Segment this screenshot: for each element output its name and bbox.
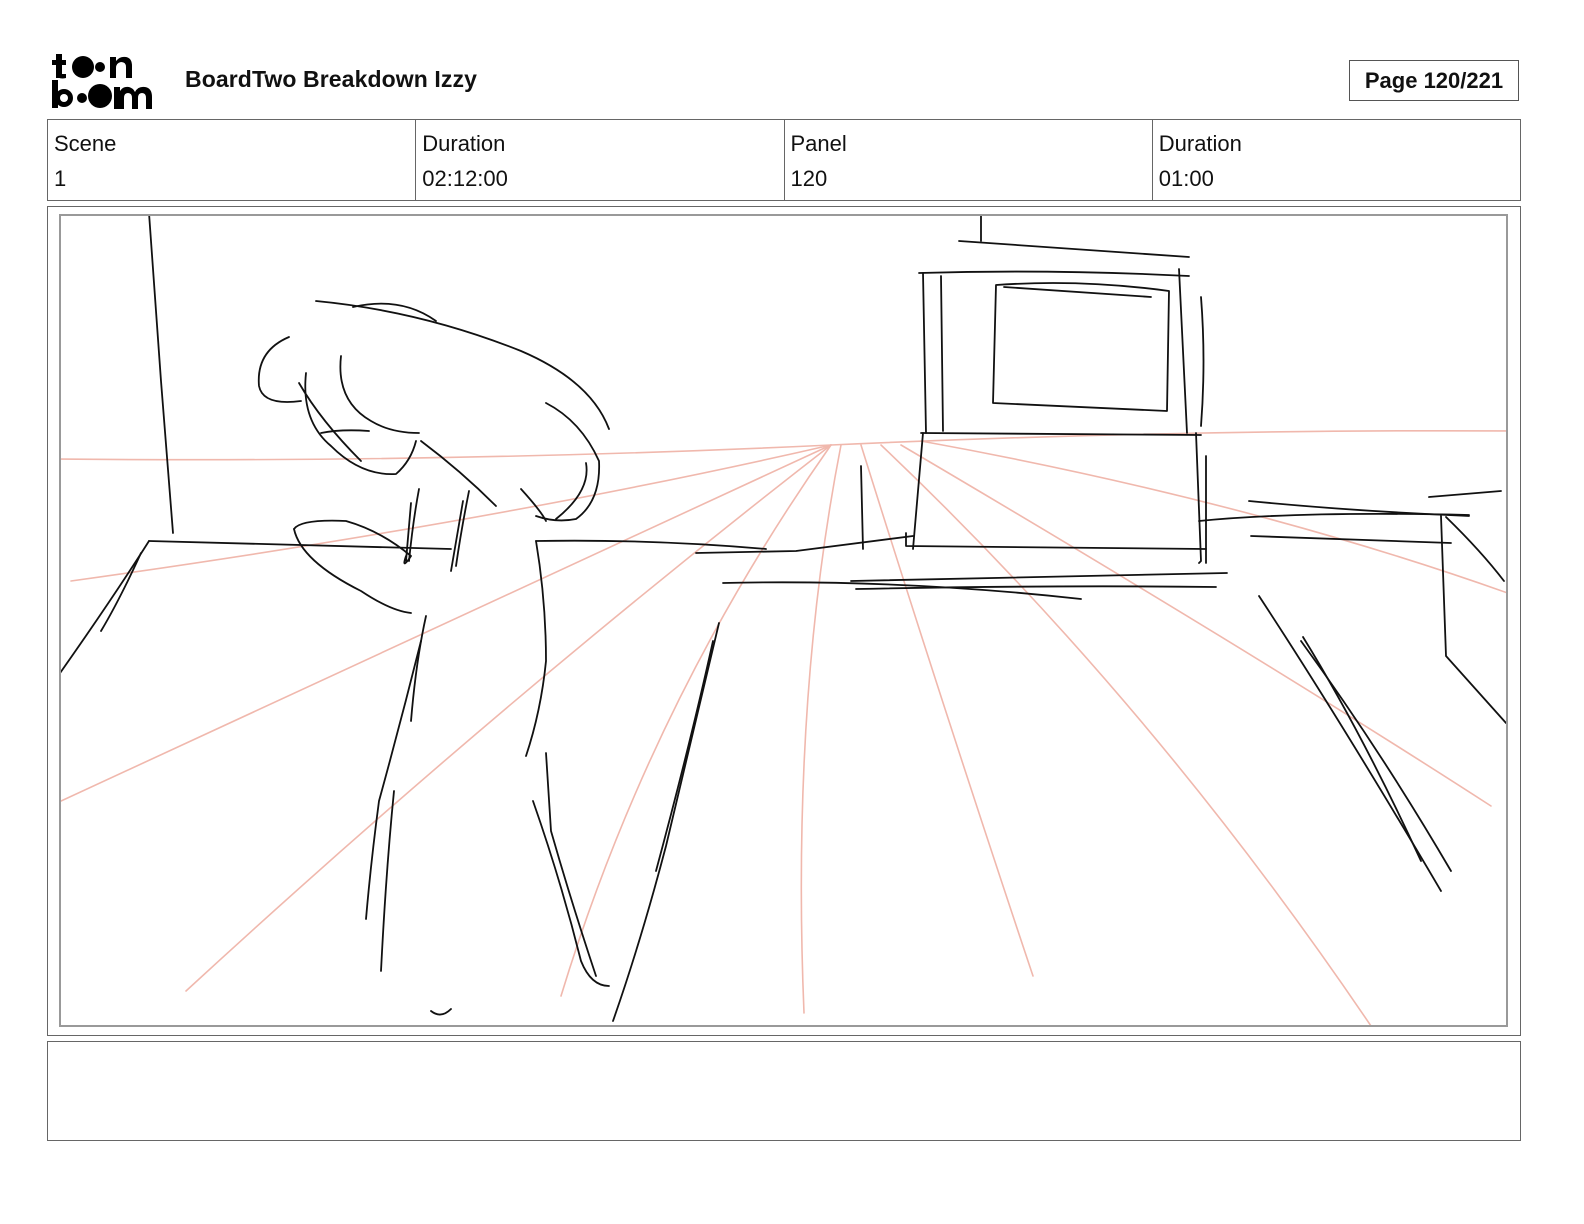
- panel-duration-cell: Duration 01:00: [1153, 120, 1520, 200]
- scene-value: 1: [54, 166, 67, 191]
- scene-duration-label: Duration: [422, 131, 506, 156]
- document-title: BoardTwo Breakdown Izzy: [185, 66, 477, 92]
- panel-duration-label: Duration: [1158, 131, 1242, 156]
- scene-info-table: Scene 1 Duration 02:12:00 Panel 120 Dura…: [47, 119, 1521, 201]
- panel-value: 120: [790, 166, 828, 191]
- panel-duration-value: 01:00: [1158, 166, 1214, 191]
- scene-cell: Scene 1: [48, 120, 417, 200]
- scene-duration-cell: Duration 02:12:00: [416, 120, 785, 200]
- toon-boom-logo: [52, 52, 164, 110]
- panel-image-area: [59, 214, 1508, 1027]
- perspective-guides: [61, 429, 1506, 1025]
- scene-duration-value: 02:12:00: [422, 166, 508, 191]
- logo-icon: [52, 54, 152, 109]
- scene-label: Scene: [54, 131, 117, 156]
- ink-sketch: [61, 216, 1506, 1022]
- storyboard-panel: [47, 206, 1521, 1036]
- panel-notes-box[interactable]: [47, 1041, 1521, 1141]
- panel-cell: Panel 120: [785, 120, 1153, 200]
- page-indicator: Page 120/221: [1349, 60, 1519, 101]
- sketch-drawing: [61, 216, 1506, 1025]
- panel-label: Panel: [790, 131, 847, 156]
